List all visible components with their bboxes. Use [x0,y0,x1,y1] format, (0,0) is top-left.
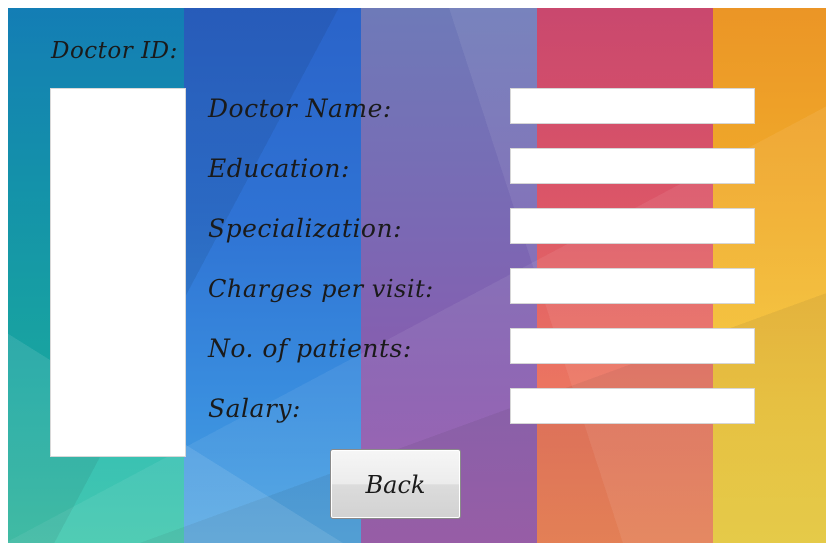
no-of-patients-label: No. of patients: [208,334,412,363]
specialization-field[interactable] [510,208,755,244]
doctor-name-label: Doctor Name: [208,94,392,123]
charges-per-visit-label: Charges per visit: [208,275,434,303]
education-label: Education: [208,154,350,183]
no-of-patients-field[interactable] [510,328,755,364]
back-button[interactable]: Back [330,449,461,519]
doctor-id-box[interactable] [50,88,186,457]
doctor-details-window: Doctor ID: Doctor Name: Education: Speci… [8,8,826,543]
doctor-id-label: Doctor ID: [51,38,178,64]
specialization-label: Specialization: [208,214,403,243]
education-field[interactable] [510,148,755,184]
doctor-name-field[interactable] [510,88,755,124]
salary-field[interactable] [510,388,755,424]
salary-label: Salary: [208,394,301,423]
charges-per-visit-field[interactable] [510,268,755,304]
